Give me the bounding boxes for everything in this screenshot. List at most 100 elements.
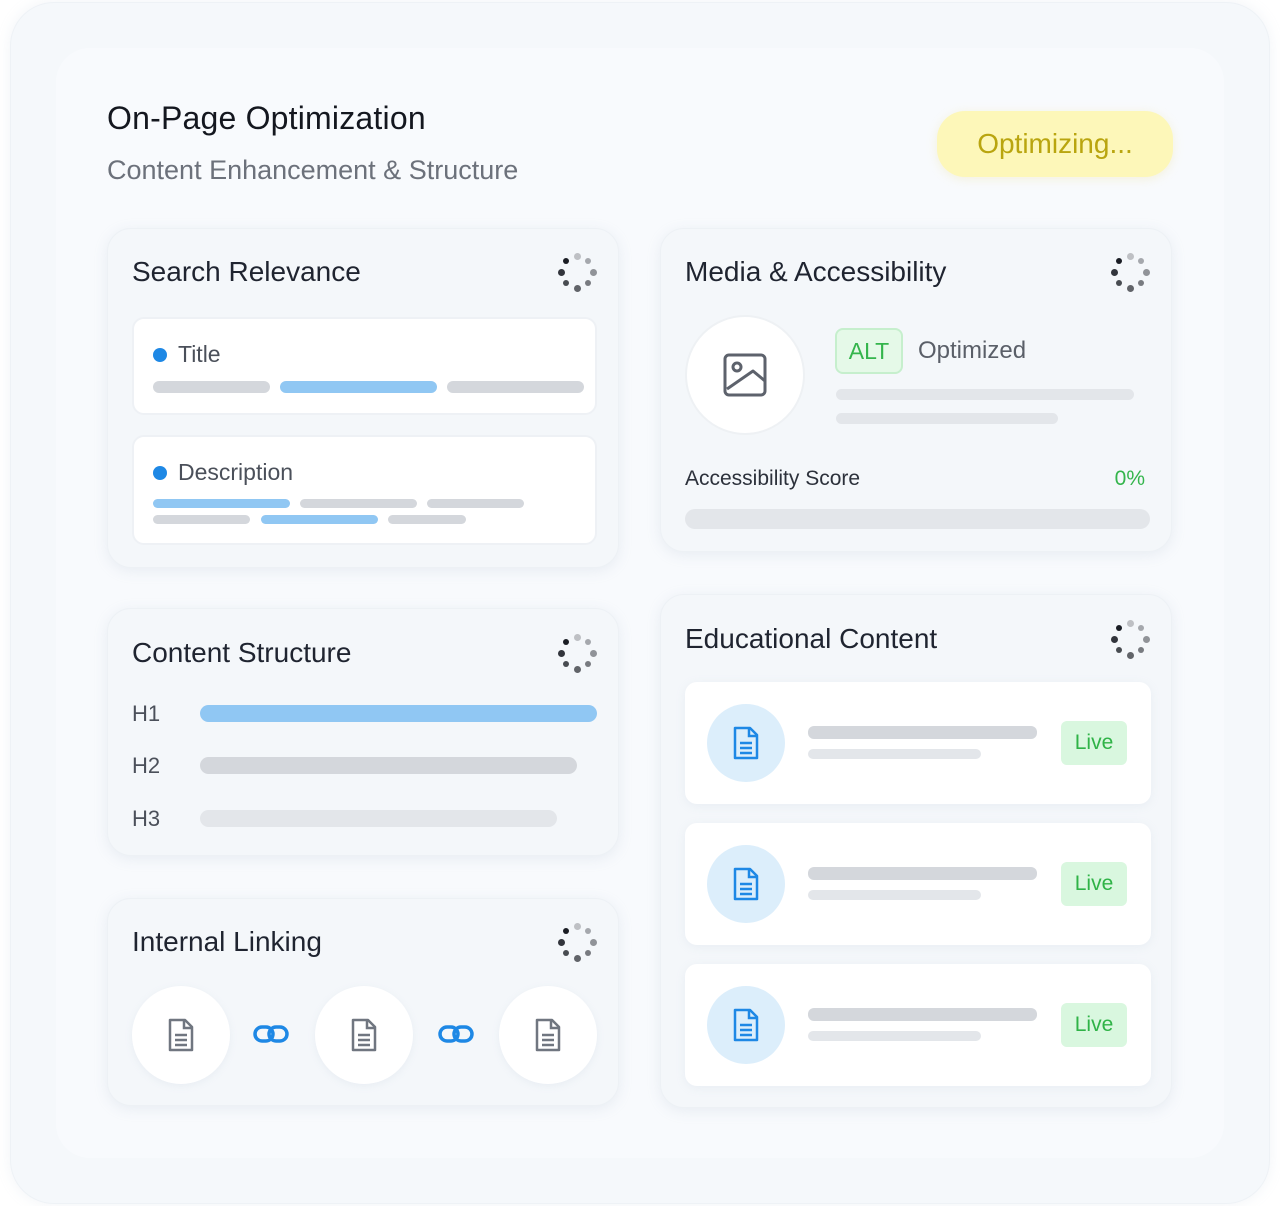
placeholder-bar [808, 726, 1037, 739]
spinner-dot [562, 257, 569, 264]
search-relevance-card: Search Relevance Title Description [107, 228, 619, 568]
document-icon [733, 726, 759, 760]
loading-spinner-icon [1109, 618, 1151, 660]
bullet-dot [153, 348, 167, 362]
h3-label: H3 [132, 806, 161, 831]
document-icon-wrap [707, 986, 785, 1064]
title-item: Title [132, 317, 597, 415]
list-item[interactable]: Live [685, 964, 1151, 1086]
document-icon [535, 1018, 561, 1052]
spinner-dot [589, 268, 597, 276]
card-title: Search Relevance [132, 256, 361, 287]
content-structure-card: Content Structure H1 H2 H3 [107, 608, 619, 856]
spinner-dot [1126, 651, 1134, 659]
document-icon [168, 1018, 194, 1052]
document-icon-wrap [707, 845, 785, 923]
spinner-dot [1126, 252, 1134, 260]
page-title: On-Page Optimization [107, 100, 426, 136]
spinner-dot [573, 954, 581, 962]
accessibility-score-label: Accessibility Score [685, 467, 861, 490]
spinner-dot [1126, 619, 1134, 627]
spinner-dot [585, 927, 592, 934]
spinner-dot [573, 252, 581, 260]
loading-spinner-icon [556, 251, 598, 293]
loading-spinner-icon [556, 632, 598, 674]
spinner-dot [1138, 647, 1145, 654]
list-item[interactable]: Live [685, 682, 1151, 804]
status-badge: Live [1061, 862, 1127, 906]
placeholder-bar [300, 499, 417, 508]
spinner-dot [1142, 635, 1150, 643]
spinner-dot [585, 257, 592, 264]
h1-bar [200, 705, 597, 722]
placeholder-bar [153, 515, 250, 524]
card-title: Educational Content [685, 623, 938, 654]
bullet-dot [153, 466, 167, 480]
spinner-dot [585, 280, 592, 287]
spinner-dot [1126, 284, 1134, 292]
spinner-dot [1110, 635, 1118, 643]
description-label: Description [178, 459, 294, 485]
spinner-dot [585, 661, 592, 668]
spinner-dot [585, 950, 592, 957]
card-title: Content Structure [132, 637, 352, 668]
spinner-dot [573, 633, 581, 641]
accessibility-score-value: 0% [1114, 467, 1145, 490]
spinner-dot [1115, 647, 1122, 654]
spinner-dot [557, 649, 565, 657]
placeholder-bar [153, 381, 270, 393]
spinner-dot [1138, 257, 1145, 264]
placeholder-bar [427, 499, 524, 508]
accessibility-progress-track [685, 509, 1150, 529]
placeholder-bar [261, 515, 378, 524]
page-subtitle: Content Enhancement & Structure [107, 155, 519, 185]
spinner-dot [1142, 268, 1150, 276]
link-icon [253, 1025, 289, 1043]
spinner-dot [1115, 257, 1122, 264]
spinner-dot [562, 280, 569, 287]
h3-bar [200, 810, 557, 827]
spinner-dot [557, 268, 565, 276]
spinner-dot [562, 927, 569, 934]
document-icon [351, 1018, 377, 1052]
spinner-dot [1115, 280, 1122, 287]
document-icon [733, 1008, 759, 1042]
spinner-dot [1138, 280, 1145, 287]
description-item: Description [132, 435, 597, 545]
page-node [499, 986, 597, 1084]
educational-content-card: Educational Content Live Live Live [660, 594, 1172, 1108]
placeholder-bar [280, 381, 437, 393]
alt-badge: ALT [835, 328, 903, 374]
spinner-dot [1110, 268, 1118, 276]
placeholder-bar [836, 389, 1134, 400]
placeholder-bar [447, 381, 584, 393]
title-label: Title [178, 341, 221, 367]
spinner-dot [1138, 624, 1145, 631]
loading-spinner-icon [1109, 251, 1151, 293]
card-title: Internal Linking [132, 926, 322, 957]
spinner-dot [557, 938, 565, 946]
alt-status: Optimized [918, 337, 1027, 364]
media-accessibility-card: Media & Accessibility ALT Optimized Acce… [660, 228, 1172, 552]
internal-linking-card: Internal Linking [107, 898, 619, 1106]
spinner-dot [562, 638, 569, 645]
placeholder-bar [808, 1031, 981, 1041]
spinner-dot [573, 284, 581, 292]
placeholder-bar [153, 499, 290, 508]
h2-label: H2 [132, 753, 161, 778]
spinner-dot [589, 938, 597, 946]
link-icon [438, 1025, 474, 1043]
placeholder-bar [808, 867, 1037, 880]
card-title: Media & Accessibility [685, 256, 947, 287]
h2-bar [200, 757, 577, 774]
document-icon [733, 867, 759, 901]
placeholder-bar [836, 413, 1058, 424]
spinner-dot [573, 665, 581, 673]
list-item[interactable]: Live [685, 823, 1151, 945]
placeholder-bar [808, 1008, 1037, 1021]
placeholder-bar [808, 749, 981, 759]
spinner-dot [562, 950, 569, 957]
placeholder-bar [388, 515, 466, 524]
spinner-dot [573, 922, 581, 930]
spinner-dot [562, 661, 569, 668]
